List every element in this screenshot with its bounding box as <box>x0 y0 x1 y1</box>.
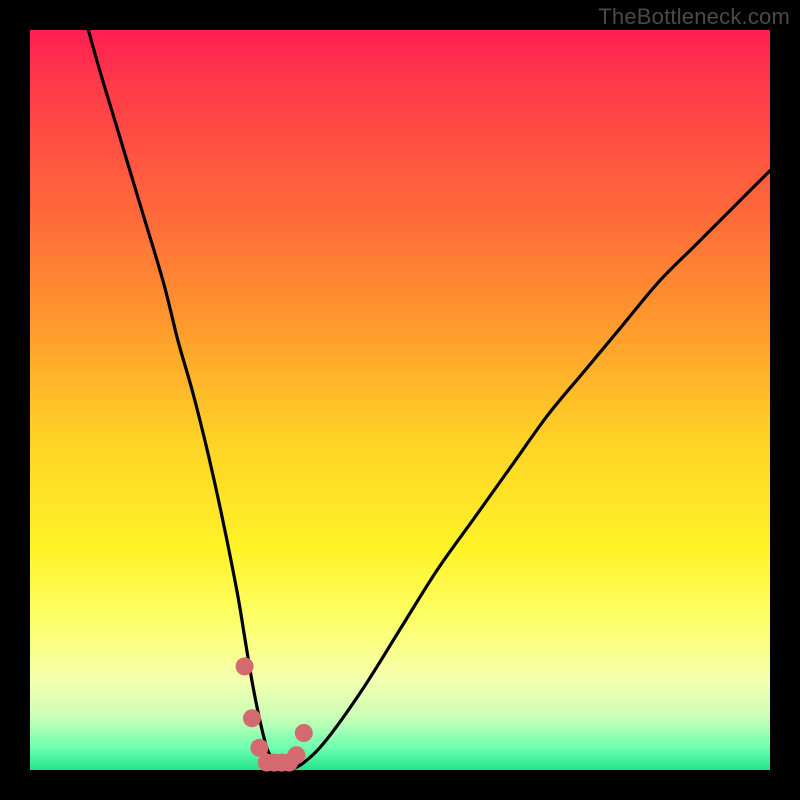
marker-dot <box>243 709 261 727</box>
bottleneck-curve <box>30 0 770 771</box>
chart-frame: TheBottleneck.com <box>0 0 800 800</box>
marker-dot <box>236 657 254 675</box>
plot-area <box>30 30 770 770</box>
watermark-text: TheBottleneck.com <box>598 4 790 30</box>
curve-layer <box>30 30 770 770</box>
marker-dot <box>287 746 305 764</box>
marker-dot <box>295 724 313 742</box>
optimal-range-markers <box>236 657 313 771</box>
